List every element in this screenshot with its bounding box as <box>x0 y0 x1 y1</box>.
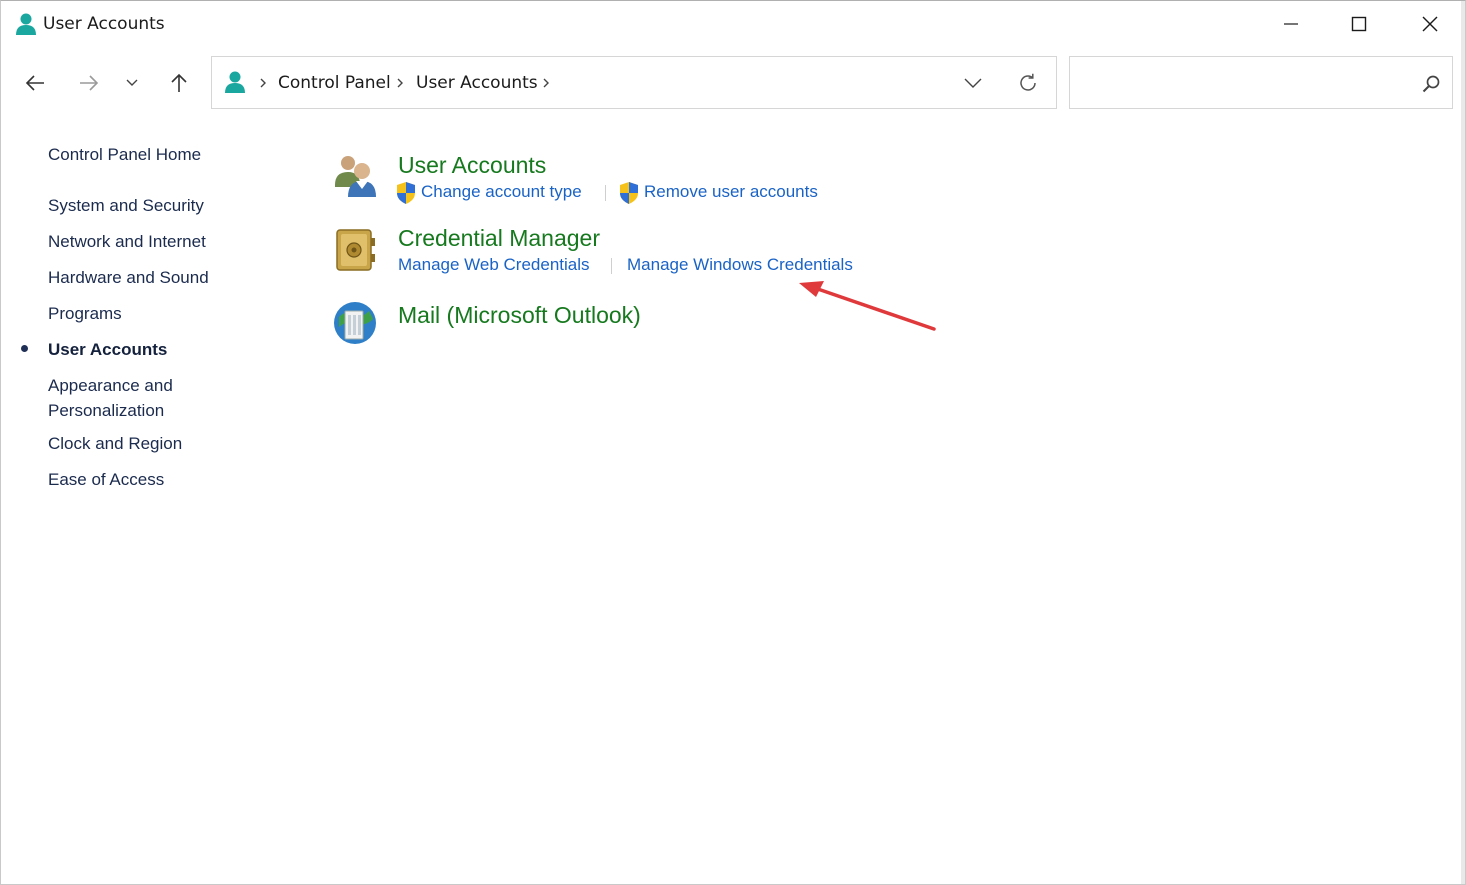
user-accounts-icon <box>225 71 245 93</box>
address-history-button[interactable] <box>958 71 988 95</box>
address-bar[interactable]: Control Panel User Accounts <box>211 56 1057 109</box>
sidebar-item-network-and-internet[interactable]: Network and Internet <box>48 229 248 254</box>
users-icon[interactable] <box>331 151 381 201</box>
red-arrow-icon <box>799 281 936 331</box>
maximize-icon <box>1351 16 1367 32</box>
sidebar-item-clock-and-region[interactable]: Clock and Region <box>48 431 248 456</box>
search-input[interactable] <box>1076 65 1406 101</box>
arrow-left-icon <box>25 75 44 91</box>
chevron-right-icon[interactable] <box>541 75 551 91</box>
change-account-type-link[interactable]: Change account type <box>421 181 582 203</box>
category-title-mail[interactable]: Mail (Microsoft Outlook) <box>398 301 641 329</box>
chevron-right-icon <box>260 78 266 88</box>
sidebar-item-control-panel-home[interactable]: Control Panel Home <box>48 142 248 167</box>
manage-web-credentials-link[interactable]: Manage Web Credentials <box>398 254 590 276</box>
user-accounts-icon <box>16 13 36 35</box>
chevron-down-icon <box>964 78 982 88</box>
window-edge <box>1461 1 1465 884</box>
refresh-button[interactable] <box>1014 69 1042 97</box>
sidebar-item-ease-of-access[interactable]: Ease of Access <box>48 467 248 492</box>
remove-user-accounts-link[interactable]: Remove user accounts <box>644 181 818 203</box>
mail-globe-icon[interactable] <box>331 299 381 349</box>
title-bar[interactable]: User Accounts <box>1 1 1465 49</box>
category-title-user-accounts[interactable]: User Accounts <box>398 151 546 179</box>
breadcrumb-user-accounts[interactable]: User Accounts <box>416 72 538 94</box>
recent-locations-button[interactable] <box>117 65 147 101</box>
search-icon[interactable] <box>1420 73 1442 95</box>
minimize-icon <box>1284 23 1298 25</box>
sidebar-item-user-accounts[interactable]: User Accounts <box>48 337 248 362</box>
search-box[interactable] <box>1069 56 1453 109</box>
maximize-button[interactable] <box>1324 1 1394 47</box>
uac-shield-icon <box>620 182 638 204</box>
back-button[interactable] <box>17 65 53 101</box>
sidebar-item-appearance-and-personalization[interactable]: Appearance and Personalization <box>48 373 198 423</box>
chevron-right-icon[interactable] <box>395 75 405 91</box>
window-title: User Accounts <box>43 14 165 34</box>
sidebar-item-programs[interactable]: Programs <box>48 301 248 326</box>
arrow-up-icon <box>171 73 187 92</box>
uac-shield-icon <box>397 182 415 204</box>
link-separator <box>611 258 612 274</box>
close-icon <box>1422 16 1438 32</box>
sidebar-item-system-and-security[interactable]: System and Security <box>48 193 248 218</box>
vault-icon[interactable] <box>331 224 381 274</box>
link-separator <box>605 185 606 201</box>
up-button[interactable] <box>161 65 197 101</box>
breadcrumb-control-panel[interactable]: Control Panel <box>278 72 391 94</box>
manage-windows-credentials-link[interactable]: Manage Windows Credentials <box>627 254 853 276</box>
active-indicator <box>21 345 28 352</box>
minimize-button[interactable] <box>1256 1 1326 47</box>
control-panel-window: User Accounts Control Panel User Account… <box>0 0 1466 885</box>
forward-button[interactable] <box>71 65 107 101</box>
category-title-credential-manager[interactable]: Credential Manager <box>398 224 600 252</box>
arrow-right-icon <box>80 75 99 91</box>
refresh-icon <box>1020 73 1036 91</box>
sidebar-item-hardware-and-sound[interactable]: Hardware and Sound <box>48 265 248 290</box>
chevron-down-icon <box>126 79 138 86</box>
close-button[interactable] <box>1395 1 1465 47</box>
